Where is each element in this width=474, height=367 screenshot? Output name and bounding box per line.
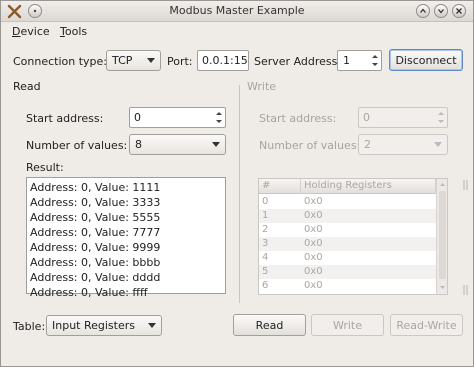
read-count-value: 8: [135, 138, 142, 151]
title-bar[interactable]: Modbus Master Example: [1, 1, 473, 22]
write-start-address-spinbox[interactable]: 0: [358, 107, 448, 128]
read-start-address-label: Start address:: [26, 112, 104, 125]
table-header: # Holding Registers: [259, 179, 436, 194]
list-item[interactable]: Address: 0, Value: 1111: [27, 180, 225, 195]
scroll-arrows-icon: [439, 183, 446, 289]
row-value[interactable]: 0x0: [301, 223, 323, 237]
minimize-button[interactable]: [416, 4, 430, 18]
dropdown-arrow-icon: [148, 323, 156, 328]
server-address-label: Server Address:: [254, 55, 342, 68]
table-row[interactable]: 6 0x0: [259, 279, 436, 293]
row-index: 4: [262, 252, 269, 263]
disconnect-button[interactable]: Disconnect: [389, 49, 463, 71]
read-write-button[interactable]: Read-Write: [390, 314, 463, 336]
menu-bar: Device Tools: [1, 22, 473, 43]
row-index: 0: [262, 196, 269, 207]
column-header-index[interactable]: #: [259, 179, 301, 194]
chevron-down-icon: [438, 9, 444, 14]
row-value[interactable]: 0x0: [301, 265, 323, 279]
close-button[interactable]: [452, 4, 466, 18]
dropdown-arrow-icon: [434, 142, 442, 147]
table-row[interactable]: 0 0x0: [259, 195, 436, 209]
row-index: 5: [262, 266, 269, 277]
list-item[interactable]: Address: 0, Value: bbbb: [27, 255, 225, 270]
spin-arrows-icon[interactable]: [436, 109, 446, 126]
table-scrollbar[interactable]: [436, 179, 447, 294]
result-label: Result:: [26, 161, 64, 174]
column-header-holding-registers[interactable]: Holding Registers: [301, 179, 436, 194]
list-item[interactable]: Address: 0, Value: 7777: [27, 225, 225, 240]
window-title: Modbus Master Example: [169, 4, 305, 17]
list-item[interactable]: Address: 0, Value: 5555: [27, 210, 225, 225]
table-label: Table:: [13, 320, 46, 333]
dropdown-arrow-icon: [212, 142, 220, 147]
row-index: 3: [262, 238, 269, 249]
row-index: 2: [262, 224, 269, 235]
holding-registers-table[interactable]: # Holding Registers 0 0x0 1 0x0 2 0x0 3 …: [258, 178, 448, 295]
server-address-spinbox[interactable]: 1: [337, 50, 382, 71]
spin-arrows-icon[interactable]: [214, 109, 224, 126]
read-group-title: Read: [13, 80, 41, 93]
connection-type-label: Connection type:: [13, 55, 108, 68]
read-count-label: Number of values:: [26, 139, 128, 152]
write-count-value: 2: [364, 138, 371, 151]
connection-type-combo[interactable]: TCP: [106, 50, 161, 71]
port-label: Port:: [167, 55, 193, 68]
list-item[interactable]: Address: 0, Value: ffff: [27, 285, 225, 300]
table-row[interactable]: 5 0x0: [259, 265, 436, 279]
list-item[interactable]: Address: 0, Value: dddd: [27, 270, 225, 285]
write-group-title: Write: [247, 80, 277, 93]
menu-tools[interactable]: Tools: [60, 25, 87, 38]
read-start-address-spinbox[interactable]: 0: [129, 107, 226, 128]
read-count-combo[interactable]: 8: [129, 134, 226, 155]
menu-device[interactable]: Device: [12, 25, 50, 38]
row-index: 1: [262, 210, 269, 221]
maximize-button[interactable]: [434, 4, 448, 18]
list-item[interactable]: Address: 0, Value: 9999: [27, 240, 225, 255]
table-row[interactable]: 3 0x0: [259, 237, 436, 251]
table-row[interactable]: 1 0x0: [259, 209, 436, 223]
table-row[interactable]: 2 0x0: [259, 223, 436, 237]
read-button[interactable]: Read: [233, 314, 306, 336]
chevron-up-icon: [420, 8, 426, 13]
write-start-address-label: Start address:: [259, 112, 337, 125]
table-row[interactable]: 4 0x0: [259, 251, 436, 265]
row-value[interactable]: 0x0: [301, 279, 323, 293]
connection-type-value: TCP: [112, 54, 133, 67]
row-value[interactable]: 0x0: [301, 251, 323, 265]
write-count-label: Number of values:: [259, 139, 361, 152]
splitter-grip-icon[interactable]: [462, 284, 470, 296]
close-icon: [456, 8, 462, 14]
table-type-combo[interactable]: Input Registers: [46, 315, 162, 336]
write-button[interactable]: Write: [311, 314, 384, 336]
table-type-value: Input Registers: [52, 319, 135, 332]
splitter-grip-icon[interactable]: [462, 179, 470, 191]
write-start-address-value: 0: [363, 111, 370, 124]
port-input[interactable]: 0.0.1:1502: [197, 50, 249, 71]
row-value[interactable]: 0x0: [301, 195, 323, 209]
row-value[interactable]: 0x0: [301, 237, 323, 251]
spin-arrows-icon[interactable]: [370, 52, 380, 69]
row-value[interactable]: 0x0: [301, 209, 323, 223]
server-address-value: 1: [343, 54, 350, 67]
menu-tools-label: ools: [64, 25, 88, 38]
list-item[interactable]: Address: 0, Value: 3333: [27, 195, 225, 210]
read-start-address-value: 0: [134, 111, 141, 124]
dropdown-arrow-icon: [147, 58, 155, 63]
row-index: 6: [262, 280, 269, 291]
result-list[interactable]: Address: 0, Value: 1111 Address: 0, Valu…: [26, 177, 226, 299]
menu-device-label: evice: [20, 25, 50, 38]
main-window: Modbus Master Example Device Tools Conne…: [0, 0, 474, 367]
write-count-combo[interactable]: 2: [358, 134, 448, 155]
group-divider: [239, 85, 240, 303]
